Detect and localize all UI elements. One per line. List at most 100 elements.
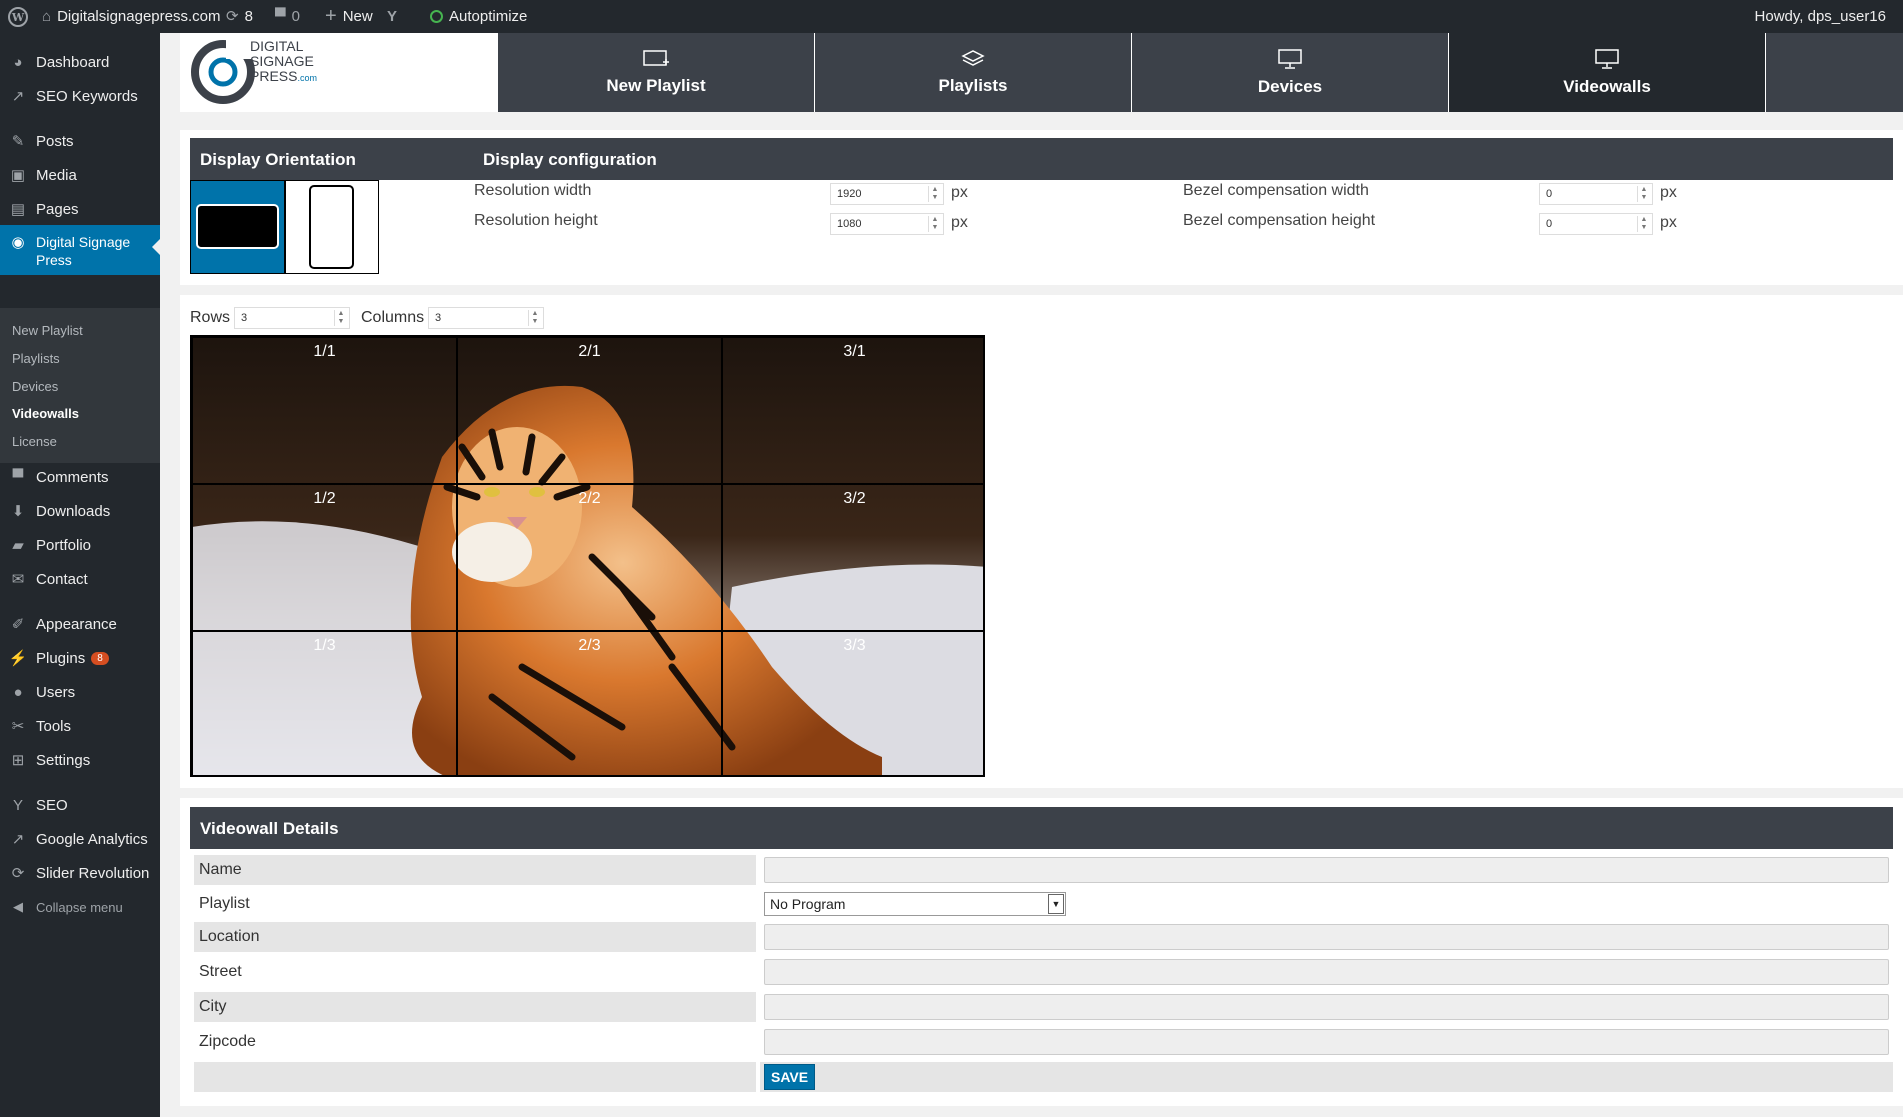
new-content-link[interactable]: + New <box>325 0 373 33</box>
orientation-portrait[interactable] <box>285 180 379 274</box>
refresh-icon: ⟳ <box>11 865 25 882</box>
grid-cell[interactable]: 2/3 <box>457 631 722 775</box>
spinner-icon[interactable]: ▲ ▼ <box>334 310 347 326</box>
status-dot-icon <box>430 10 443 23</box>
zipcode-input[interactable] <box>764 1029 1889 1055</box>
admin-bar: W ⌂ Digitalsignagepress.com ⟳ 8 ▀ 0 + Ne… <box>0 0 1903 33</box>
menu-users[interactable]: ● Users <box>0 677 160 707</box>
menu-media[interactable]: ▣ Media <box>0 160 160 190</box>
menu-label: Appearance <box>36 615 117 633</box>
chart-icon: ↗ <box>11 831 25 848</box>
tab-playlists[interactable]: Playlists <box>814 33 1131 112</box>
wordpress-logo-icon[interactable]: W <box>8 0 28 33</box>
submenu-videowalls[interactable]: Videowalls <box>12 406 79 421</box>
tab-label: Devices <box>1257 76 1323 96</box>
menu-plugins[interactable]: ⚡ Plugins 8 <box>0 643 160 673</box>
submenu-license[interactable]: License <box>12 434 57 449</box>
dsp-icon: ◉ <box>11 234 25 251</box>
chevron-down-icon[interactable]: ▼ <box>1048 894 1064 914</box>
autoptimize-link[interactable]: Autoptimize <box>430 0 527 33</box>
menu-pages[interactable]: ▤ Pages <box>0 194 160 224</box>
save-button[interactable]: SAVE <box>764 1064 816 1090</box>
spinner-icon[interactable]: ▲ ▼ <box>1637 186 1650 202</box>
spinner-icon[interactable]: ▲ ▼ <box>528 310 541 326</box>
menu-seo[interactable]: Y SEO <box>0 790 160 820</box>
menu-comments[interactable]: ▀ Comments <box>0 462 160 492</box>
plugins-badge: 8 <box>91 651 109 665</box>
zipcode-row <box>760 1027 1893 1057</box>
rows-input[interactable]: 3 ▲ ▼ <box>234 307 350 329</box>
orientation-landscape[interactable] <box>190 180 285 274</box>
menu-posts[interactable]: ✎ Posts <box>0 126 160 156</box>
menu-label: Tools <box>36 717 72 735</box>
resolution-width-input[interactable]: 1920 ▲ ▼ <box>830 183 944 205</box>
menu-google-analytics[interactable]: ↗ Google Analytics <box>0 824 160 854</box>
grid-cell[interactable]: 3/2 <box>722 484 983 631</box>
config-title: Display configuration <box>483 150 657 169</box>
updates-count: 8 <box>244 8 253 25</box>
dsp-logo[interactable]: Digital Signage Press.com <box>180 33 497 112</box>
updates-link[interactable]: ⟳ 8 <box>226 0 253 33</box>
spinner-icon[interactable]: ▲ ▼ <box>1637 216 1650 232</box>
user-icon: ● <box>13 683 23 701</box>
new-playlist-icon <box>643 49 669 66</box>
brush-icon: ✐ <box>11 616 25 633</box>
grid-cell[interactable]: 3/1 <box>722 337 983 484</box>
menu-slider-revolution[interactable]: ⟳ Slider Revolution <box>0 858 160 888</box>
spinner-icon[interactable]: ▲ ▼ <box>928 186 941 202</box>
bezel-width-input[interactable]: 0 ▲ ▼ <box>1539 183 1653 205</box>
tab-devices[interactable]: Devices <box>1131 33 1448 112</box>
menu-settings[interactable]: ⊞ Settings <box>0 745 160 775</box>
menu-downloads[interactable]: ⬇ Downloads <box>0 496 160 526</box>
location-input[interactable] <box>764 924 1889 950</box>
chart-icon: ↗ <box>11 88 25 105</box>
collapse-menu[interactable]: ◀ Collapse menu <box>0 892 160 922</box>
tab-new-playlist[interactable]: New Playlist <box>497 33 814 112</box>
grid-cell[interactable]: 1/3 <box>192 631 457 775</box>
menu-label: Settings <box>36 751 91 769</box>
grid-cell[interactable]: 3/3 <box>722 631 983 775</box>
bezel-height-input[interactable]: 0 ▲ ▼ <box>1539 213 1653 235</box>
submenu-new-playlist[interactable]: New Playlist <box>12 323 83 338</box>
bezel-height-value: 0 <box>1546 218 1553 230</box>
account-menu[interactable]: Howdy, dps_user16 <box>1755 0 1886 33</box>
logo-suffix: .com <box>297 73 317 83</box>
columns-input[interactable]: 3 ▲ ▼ <box>428 307 544 329</box>
wrench-icon: ✂ <box>11 718 25 735</box>
menu-portfolio[interactable]: ▰ Portfolio <box>0 530 160 560</box>
field-label: City <box>194 992 756 1022</box>
monitor-icon <box>1278 48 1302 69</box>
menu-label: Google Analytics <box>36 830 148 848</box>
site-name-link[interactable]: ⌂ Digitalsignagepress.com <box>42 0 220 33</box>
menu-dashboard[interactable]: ◕ Dashboard <box>0 47 160 77</box>
menu-label: Comments <box>36 468 109 486</box>
comments-link[interactable]: ▀ 0 <box>275 0 300 33</box>
yoast-icon[interactable]: Y <box>387 0 397 33</box>
menu-appearance[interactable]: ✐ Appearance <box>0 609 160 639</box>
dashboard-icon: ◕ <box>13 53 23 71</box>
city-input[interactable] <box>764 994 1889 1020</box>
submenu-devices[interactable]: Devices <box>12 379 58 394</box>
grid-cell[interactable]: 1/1 <box>192 337 457 484</box>
street-input[interactable] <box>764 959 1889 985</box>
menu-label: Slider Revolution <box>36 864 150 882</box>
menu-digital-signage-press[interactable]: ◉ Digital Signage Press <box>0 225 160 275</box>
playlist-select[interactable]: No Program ▼ <box>764 892 1066 916</box>
submenu-playlists[interactable]: Playlists <box>12 351 60 366</box>
menu-tools[interactable]: ✂ Tools <box>0 711 160 741</box>
orientation-title: Display Orientation <box>200 150 356 169</box>
grid-cell[interactable]: 1/2 <box>192 484 457 631</box>
bezel-height-label: Bezel compensation height <box>1183 212 1376 229</box>
tab-videowalls[interactable]: Videowalls <box>1448 33 1766 112</box>
name-input[interactable] <box>764 857 1889 883</box>
grid-cell[interactable]: 2/1 <box>457 337 722 484</box>
location-row <box>760 922 1893 952</box>
grid-cell[interactable]: 2/2 <box>457 484 722 631</box>
folder-icon: ▰ <box>12 537 24 554</box>
menu-seo-keywords[interactable]: ↗ SEO Keywords <box>0 81 160 111</box>
unit-label: px <box>951 184 968 201</box>
menu-contact[interactable]: ✉ Contact <box>0 564 160 594</box>
spinner-icon[interactable]: ▲ ▼ <box>928 216 941 232</box>
resolution-height-input[interactable]: 1080 ▲ ▼ <box>830 213 944 235</box>
rows-value: 3 <box>241 312 248 324</box>
